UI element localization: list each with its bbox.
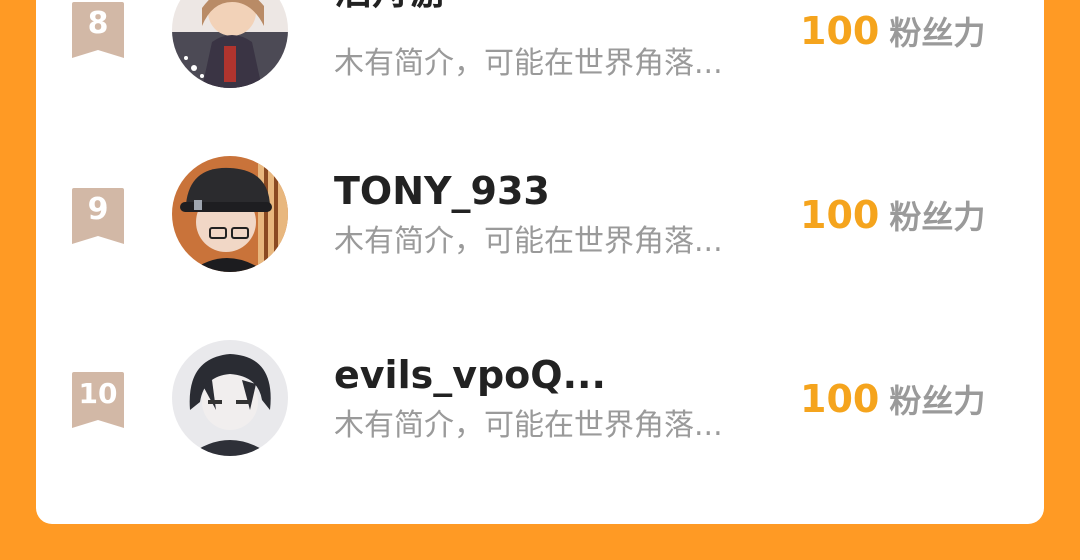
avatar[interactable] bbox=[172, 0, 288, 88]
avatar[interactable] bbox=[172, 156, 288, 272]
rank-badge: 9 bbox=[72, 188, 124, 244]
list-item[interactable]: 8 泊舟游 木有简介，可能在世界角落... 100粉丝力 bbox=[0, 0, 1080, 104]
ranking-page: 8 泊舟游 木有简介，可能在世界角落... 100粉丝力 bbox=[0, 0, 1080, 560]
fans-value: 100 bbox=[800, 377, 880, 421]
user-bio: 木有简介，可能在世界角落... bbox=[334, 408, 723, 443]
rank-number: 8 bbox=[87, 6, 109, 41]
fans-value: 100 bbox=[800, 9, 880, 53]
user-bio: 木有简介，可能在世界角落... bbox=[334, 46, 723, 81]
username: evils_vpoQ... bbox=[334, 353, 606, 397]
fans-label: 粉丝力 bbox=[889, 14, 986, 52]
rank-badge: 8 bbox=[72, 2, 124, 58]
list-item[interactable]: 9 TONY_933 木有简介，可能在世界角落... 100 粉丝力 bbox=[0, 140, 1080, 290]
fans-label: 粉丝力 bbox=[889, 198, 986, 236]
fans-power: 100 粉丝力 bbox=[800, 192, 985, 238]
rank-number: 10 bbox=[78, 377, 118, 410]
avatar[interactable] bbox=[172, 340, 288, 456]
fans-power: 100 粉丝力 bbox=[800, 376, 985, 422]
avatar-image bbox=[172, 0, 288, 88]
rank-number: 9 bbox=[87, 192, 109, 227]
rank-badge: 10 bbox=[72, 372, 124, 428]
username: 泊舟游 bbox=[334, 0, 448, 14]
fans-label: 粉丝力 bbox=[889, 382, 986, 420]
avatar-image bbox=[172, 340, 288, 456]
user-bio: 木有简介，可能在世界角落... bbox=[334, 224, 723, 259]
fans-power: 100 粉丝力 bbox=[800, 8, 985, 54]
list-item[interactable]: 10 evils_vpoQ... 木有简介，可能在世界角落... 100 粉丝力 bbox=[0, 324, 1080, 474]
username: TONY_933 bbox=[334, 169, 550, 213]
fans-value: 100 bbox=[800, 193, 880, 237]
avatar-image bbox=[172, 156, 288, 272]
